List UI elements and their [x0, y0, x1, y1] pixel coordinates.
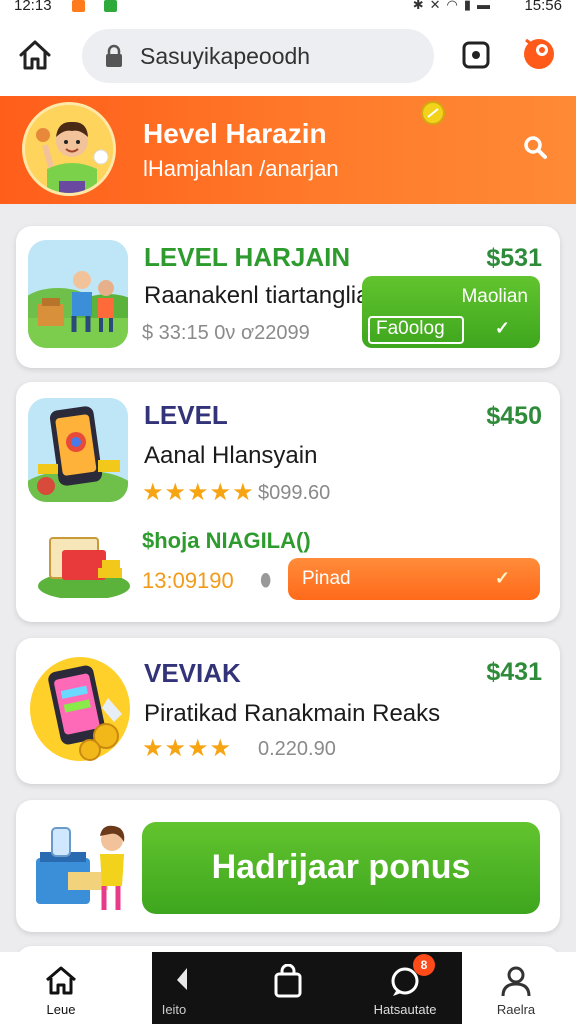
bottom-navigation: Leue Ieito 8 Hatsautate Raelra — [0, 952, 576, 1024]
bluetooth-icon: ✱ — [412, 0, 430, 12]
coin-icon — [421, 101, 445, 125]
offer-price: $531 — [486, 244, 542, 272]
pin-icon — [177, 968, 187, 990]
home-icon — [46, 966, 76, 995]
notification-icon — [104, 0, 117, 12]
browser-toolbar: Sasuyikapeoodh — [0, 16, 576, 96]
nav-label: Hatsautate — [373, 1002, 437, 1017]
check-icon: ✓ — [494, 568, 510, 588]
shopping-illustration-icon — [36, 825, 125, 910]
status-label: Maolian — [461, 286, 528, 307]
tabs-button[interactable] — [460, 39, 492, 71]
nav-item-shop[interactable] — [238, 952, 338, 1024]
notification-icon — [72, 0, 85, 12]
gift-card-illustration-icon — [38, 537, 130, 600]
notification-badge: 8 — [413, 954, 435, 976]
search-button[interactable] — [520, 132, 552, 164]
bonus-cta-label: Hadrijaar ponus — [211, 848, 471, 886]
rating-value: $099.60 — [258, 482, 331, 504]
profile-button[interactable] — [520, 34, 558, 72]
offer-title: VEVIAK — [144, 658, 241, 688]
status-time-left: 12:13 — [14, 0, 52, 14]
wifi-icon: ◠ — [446, 0, 464, 12]
phone-illustration-icon — [28, 398, 128, 502]
mute-icon: ✕ — [429, 0, 447, 12]
offer-card[interactable]: VEVIAK $431 Piratikad Ranakmain Reaks ★★… — [16, 638, 560, 784]
offer-card[interactable]: LEVEL HARJAIN $531 Raanakenl tiartanglia… — [16, 226, 560, 368]
mobile-app-illustration-icon — [30, 657, 130, 761]
offer-card[interactable]: LEVEL $450 Aanal Hlansyain ★★★★★ $099.60… — [16, 382, 560, 622]
info-icon: ⬮ — [260, 570, 272, 590]
nav-label: Raelra — [496, 1002, 536, 1017]
offer-thumbnail — [28, 654, 132, 764]
nav-item-profile[interactable]: Raelra — [466, 952, 566, 1024]
tabs-icon — [462, 41, 490, 69]
offer-price: $450 — [486, 402, 542, 430]
bonus-thumbnail — [30, 816, 138, 916]
offer-thumbnail — [28, 240, 128, 348]
profile-icon — [524, 38, 554, 69]
action-label: Pinad — [302, 568, 351, 589]
offer-subtitle: Piratikad Ranakmain Reaks — [144, 700, 441, 727]
url-text: Sasuyikapeoodh — [140, 43, 311, 69]
offer-title: LEVEL — [144, 400, 228, 430]
rating-stars: ★★★★★ — [142, 479, 255, 506]
lock-icon — [106, 44, 122, 67]
search-icon — [524, 136, 547, 159]
home-icon — [19, 40, 51, 70]
rating-value: 0.220.90 — [258, 738, 336, 760]
status-icons: ✱✕◠▮▬ — [413, 0, 496, 13]
offer-thumbnail — [28, 398, 128, 502]
rating-stars: ★★★★ — [142, 735, 233, 762]
person-icon — [501, 966, 531, 997]
bonus-cta-button[interactable]: Hadrijaar ponus — [142, 822, 540, 914]
bonus-card: Hadrijaar ponus — [16, 800, 560, 932]
avatar-image — [25, 105, 113, 193]
family-illustration-icon — [28, 240, 128, 348]
offer-subtitle: Aanal Hlansyain — [144, 442, 318, 469]
home-button[interactable] — [16, 36, 54, 74]
offer-status-button[interactable]: Maolian Fa0olog ✓ — [362, 276, 540, 348]
battery-icon: ▬ — [477, 0, 496, 12]
status-bar: 12:13 ✱✕◠▮▬ 15:56 — [0, 0, 576, 16]
nav-item-home[interactable]: Leue — [11, 952, 111, 1024]
page-subtitle: lHamjahlan /anarjan — [143, 156, 339, 181]
nav-item-location[interactable]: Ieito — [120, 952, 220, 1024]
bag-icon — [274, 963, 302, 998]
status-action-label: Fa0olog — [376, 318, 445, 339]
offer-title: LEVEL HARJAIN — [144, 242, 351, 272]
avatar[interactable] — [22, 102, 116, 196]
status-time-right: 15:56 — [524, 0, 562, 14]
offer-action-button[interactable]: Pinad ✓ — [288, 558, 540, 600]
nav-label: Ieito — [161, 1002, 187, 1017]
promo-thumbnail — [36, 528, 132, 600]
page-title: Hevel Harazin — [143, 118, 327, 149]
address-bar[interactable]: Sasuyikapeoodh — [82, 29, 434, 83]
signal-icon: ▮ — [463, 0, 477, 12]
offer-subtitle: Raanakenl tiartanglial — [144, 282, 375, 309]
offer-price: $431 — [486, 658, 542, 686]
app-header: Hevel Harazin lHamjahlan /anarjan — [0, 96, 576, 204]
promo-meta: 13:09190 — [142, 568, 234, 593]
check-icon: ✓ — [494, 318, 510, 338]
promo-title: $hoja NIAGILA() — [142, 528, 311, 553]
nav-item-messages[interactable]: 8 Hatsautate — [355, 952, 455, 1024]
nav-label: Leue — [46, 1002, 76, 1017]
offer-meta: $ 33:15 0ν ơ22099 — [142, 322, 310, 344]
